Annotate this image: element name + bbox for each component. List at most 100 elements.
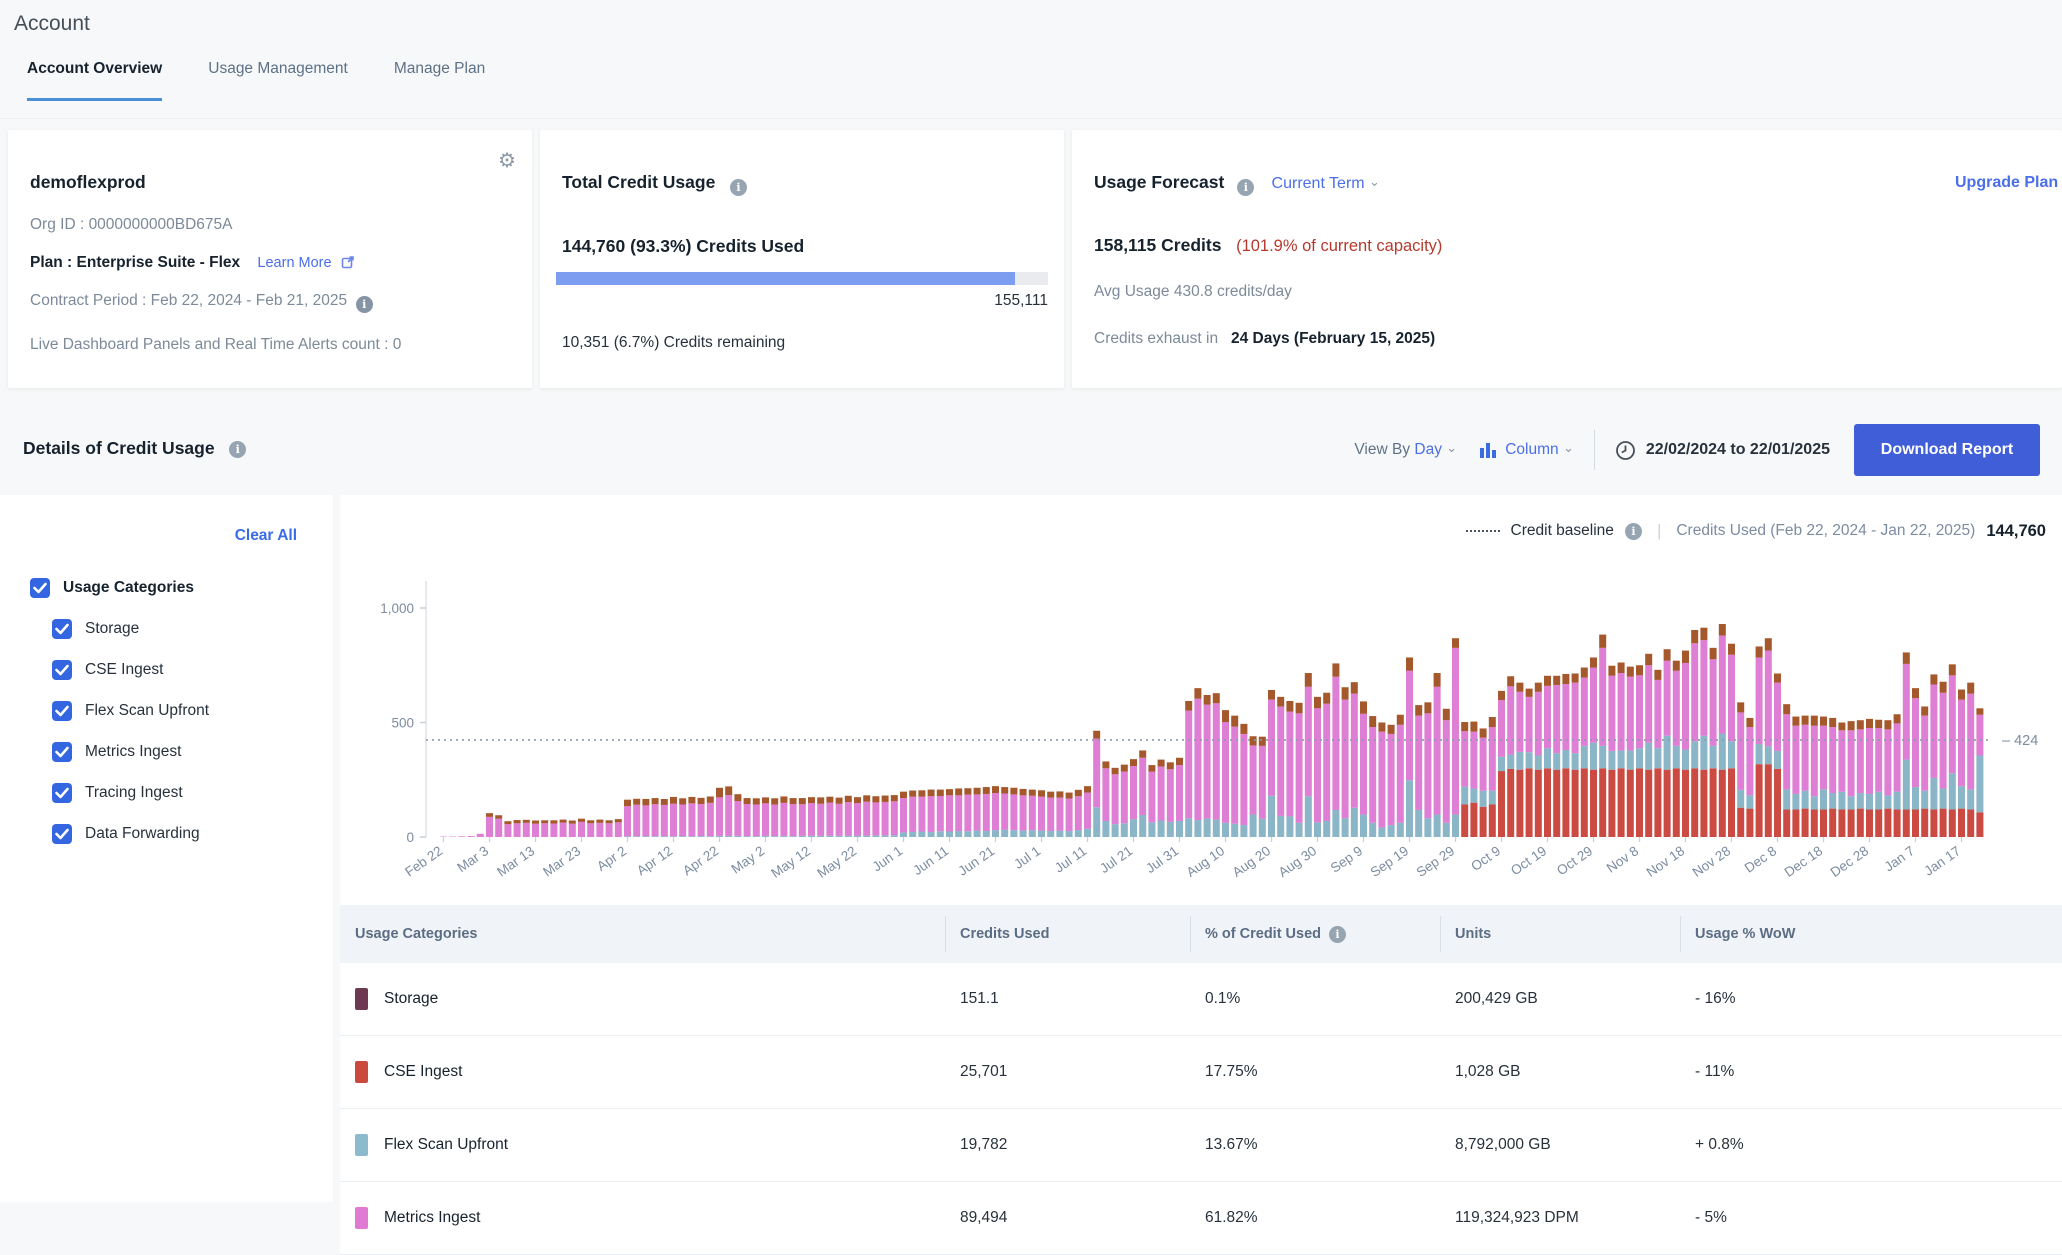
sidebar-item-data-forwarding[interactable]: Data Forwarding: [52, 813, 209, 854]
chart-bar[interactable]: [817, 797, 824, 837]
clear-all-link[interactable]: Clear All: [235, 527, 297, 545]
chart-bar[interactable]: [863, 795, 870, 837]
chart-bar[interactable]: [1691, 630, 1698, 837]
view-by-select[interactable]: Day ⌄: [1414, 441, 1457, 459]
chart-bar[interactable]: [1250, 736, 1257, 837]
chart-bar[interactable]: [1894, 714, 1901, 837]
chart-bar[interactable]: [1884, 720, 1891, 837]
gear-icon[interactable]: ⚙: [498, 148, 516, 172]
chart-bar[interactable]: [1342, 687, 1349, 837]
chart-bar[interactable]: [569, 821, 576, 837]
chart-bar[interactable]: [799, 798, 806, 837]
chart-bar[interactable]: [1369, 716, 1376, 837]
chart-bar[interactable]: [1700, 628, 1707, 837]
chart-bar[interactable]: [808, 797, 815, 837]
chart-bar[interactable]: [1121, 765, 1128, 837]
chart-bar[interactable]: [983, 787, 990, 837]
chart-bar[interactable]: [1811, 716, 1818, 837]
chart-bar[interactable]: [1572, 673, 1579, 837]
chart-bar[interactable]: [1498, 691, 1505, 837]
chart-bar[interactable]: [1332, 663, 1339, 837]
chart-bar[interactable]: [1259, 737, 1266, 837]
sidebar-item-tracing-ingest[interactable]: Tracing Ingest: [52, 772, 209, 813]
baseline-info-icon[interactable]: i: [1625, 523, 1642, 540]
chart-bar[interactable]: [1516, 683, 1523, 837]
chart-bar[interactable]: [1930, 674, 1937, 837]
checkbox-tracing-ingest[interactable]: [52, 783, 72, 803]
chart-bar[interactable]: [1268, 690, 1275, 837]
chart-bar[interactable]: [624, 800, 631, 837]
chart-bar[interactable]: [1351, 682, 1358, 837]
chart-bar[interactable]: [504, 821, 511, 837]
chart-bar[interactable]: [1710, 648, 1717, 837]
chart-bar[interactable]: [661, 799, 668, 837]
chart-bar[interactable]: [753, 798, 760, 837]
credit-usage-chart[interactable]: 05001,000– 424Feb 22Mar 3Mar 13Mar 23Apr…: [340, 543, 2062, 903]
chart-bar[interactable]: [1756, 646, 1763, 837]
chart-bar[interactable]: [1388, 725, 1395, 837]
chart-bar[interactable]: [1185, 701, 1192, 837]
checkbox-cse-ingest[interactable]: [52, 660, 72, 680]
chart-bar[interactable]: [725, 786, 732, 837]
chart-bar[interactable]: [937, 790, 944, 837]
chart-bar[interactable]: [468, 836, 475, 837]
chart-bar[interactable]: [1590, 657, 1597, 837]
chart-bar[interactable]: [1415, 705, 1422, 837]
chart-bar[interactable]: [1682, 651, 1689, 837]
chart-bar[interactable]: [826, 797, 833, 837]
download-report-button[interactable]: Download Report: [1854, 424, 2040, 476]
chart-bar[interactable]: [688, 797, 695, 837]
details-info-icon[interactable]: i: [229, 441, 246, 458]
chart-bar[interactable]: [1360, 701, 1367, 837]
chart-bar[interactable]: [1296, 703, 1303, 837]
chart-bar[interactable]: [1645, 654, 1652, 837]
chart-bar[interactable]: [1654, 670, 1661, 837]
chart-bar[interactable]: [560, 820, 567, 837]
chart-bar[interactable]: [550, 820, 557, 837]
chart-bar[interactable]: [771, 798, 778, 837]
chart-bar[interactable]: [780, 796, 787, 837]
chart-bar[interactable]: [1664, 649, 1671, 837]
chart-bar[interactable]: [477, 834, 484, 837]
chart-bar[interactable]: [964, 788, 971, 837]
chart-bar[interactable]: [1001, 787, 1008, 837]
sidebar-item-cse-ingest[interactable]: CSE Ingest: [52, 649, 209, 690]
sidebar-item-storage[interactable]: Storage: [52, 608, 209, 649]
chart-bar[interactable]: [1967, 683, 1974, 837]
chart-bar[interactable]: [532, 821, 539, 837]
chart-bar[interactable]: [1848, 721, 1855, 837]
chart-bar[interactable]: [698, 798, 705, 837]
chart-bar[interactable]: [1958, 690, 1965, 837]
chart-bar[interactable]: [1912, 688, 1919, 837]
chart-bar[interactable]: [1562, 674, 1569, 837]
forecast-info-icon[interactable]: i: [1237, 179, 1254, 196]
chart-bar[interactable]: [1829, 718, 1836, 837]
chart-bar[interactable]: [1010, 788, 1017, 837]
chart-bar[interactable]: [1066, 793, 1073, 837]
chart-bar[interactable]: [642, 799, 649, 837]
chart-bar[interactable]: [716, 788, 723, 837]
chart-bar[interactable]: [1231, 716, 1238, 837]
upgrade-plan-link[interactable]: Upgrade Plan: [1955, 174, 2058, 192]
term-selector[interactable]: Current Term ⌄: [1272, 175, 1380, 192]
chart-type-select[interactable]: Column ⌄: [1505, 441, 1574, 459]
chart-bar[interactable]: [1976, 708, 1983, 837]
chart-bar[interactable]: [1802, 716, 1809, 837]
chart-bar[interactable]: [458, 836, 465, 837]
tab-account-overview[interactable]: Account Overview: [27, 60, 162, 101]
chart-bar[interactable]: [1102, 761, 1109, 837]
chart-bar[interactable]: [918, 790, 925, 837]
credit-usage-info-icon[interactable]: i: [730, 179, 747, 196]
chart-bar[interactable]: [1130, 759, 1137, 837]
chart-bar[interactable]: [845, 796, 852, 837]
tab-usage-management[interactable]: Usage Management: [208, 60, 348, 101]
chart-bar[interactable]: [606, 820, 613, 837]
chart-bar[interactable]: [1397, 715, 1404, 837]
tab-manage-plan[interactable]: Manage Plan: [394, 60, 485, 101]
chart-bar[interactable]: [1240, 724, 1247, 837]
chart-bar[interactable]: [1056, 791, 1063, 837]
checkbox-flex-scan-upfront[interactable]: [52, 701, 72, 721]
chart-bar[interactable]: [1406, 657, 1413, 837]
chart-bar[interactable]: [836, 798, 843, 837]
chart-bar[interactable]: [523, 820, 530, 837]
